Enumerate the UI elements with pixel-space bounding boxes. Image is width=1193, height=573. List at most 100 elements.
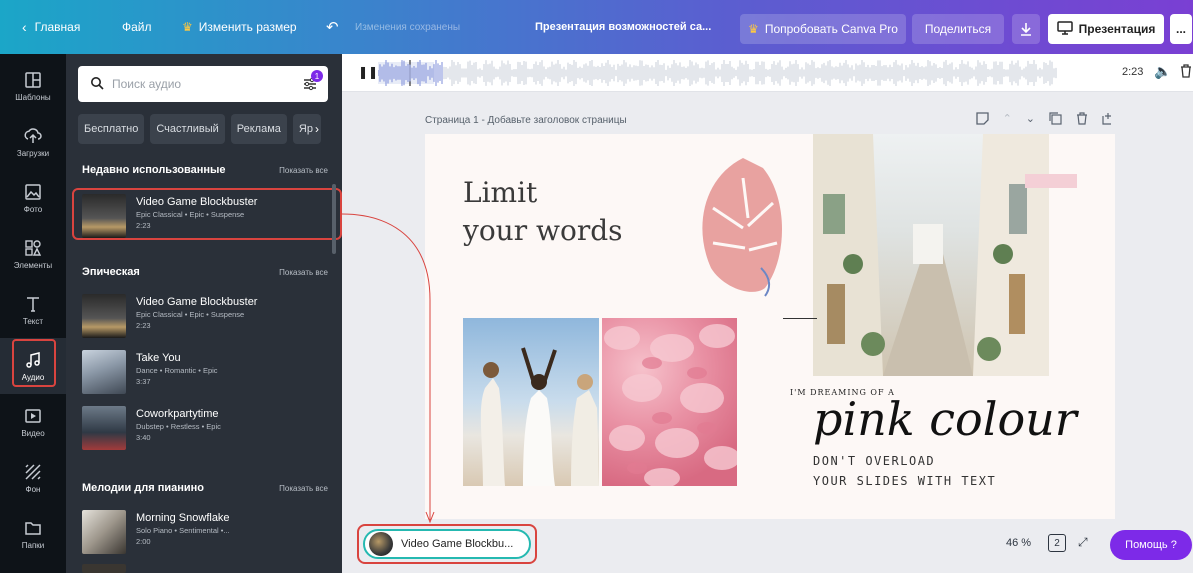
track-thumbnail (82, 510, 126, 554)
rail-label: Видео (21, 428, 45, 438)
show-all-link[interactable]: Показать все (279, 166, 328, 175)
rail-elements[interactable]: Элементы (0, 226, 66, 282)
beach-photo[interactable] (463, 318, 599, 486)
track-genres: Dubstep • Restless • Epic (136, 422, 221, 431)
present-label: Презентация (1078, 22, 1156, 36)
crown-icon: ♛ (748, 22, 759, 36)
track-avatar (369, 532, 393, 556)
track-item[interactable]: Take You Dance • Romantic • Epic 3:37 (82, 350, 332, 398)
zoom-level[interactable]: 46 % (1006, 537, 1031, 549)
show-all-link[interactable]: Показать все (279, 484, 328, 493)
headline-line: your words (463, 214, 623, 247)
section-piano-header: Мелодии для пианино Показать все (82, 482, 328, 494)
text-icon (27, 296, 39, 312)
text-line: DON'T OVERLOAD (813, 454, 936, 468)
file-menu[interactable]: Файл (122, 0, 152, 54)
chevron-right-icon: › (314, 122, 319, 136)
audio-time: 2:23 (1122, 66, 1144, 78)
search-icon (90, 76, 104, 93)
add-page-icon[interactable] (1102, 112, 1115, 128)
track-title: Video Game Blockbuster (136, 296, 258, 308)
rail-video[interactable]: Видео (0, 394, 66, 450)
search-box[interactable]: Поиск аудио 1 (78, 66, 328, 102)
duplicate-icon[interactable] (1049, 112, 1062, 128)
rail-background[interactable]: Фон (0, 450, 66, 506)
chip-free[interactable]: Бесплатно (78, 114, 145, 144)
track-thumbnail (82, 350, 126, 394)
chip-ads[interactable]: Реклама (230, 114, 287, 144)
chevron-down-icon[interactable]: ⌄ (1026, 112, 1035, 128)
rail-folders[interactable]: Папки (0, 506, 66, 562)
section-title: Недавно использованные (82, 164, 226, 176)
top-bar: ‹ Главная Файл ♛ Изменить размер ↶ Измен… (0, 0, 1193, 54)
background-icon (25, 463, 41, 480)
trash-icon[interactable] (1180, 64, 1192, 81)
help-button[interactable]: Помощь ? (1110, 530, 1192, 560)
page-title[interactable]: Страница 1 - Добавьте заголовок страницы (425, 115, 627, 126)
track-title: Coworkpartytime (136, 408, 219, 420)
track-duration: 3:37 (136, 377, 151, 386)
panel-scrollbar[interactable] (332, 184, 336, 254)
chip-happy[interactable]: Счастливый (150, 114, 225, 144)
track-item[interactable]: Coworkpartytime Dubstep • Restless • Epi… (82, 406, 332, 454)
street-photo[interactable] (813, 134, 1049, 376)
undo-icon[interactable]: ↶ (326, 0, 339, 54)
notes-icon[interactable] (975, 112, 989, 128)
rail-photos[interactable]: Фото (0, 170, 66, 226)
resize-button[interactable]: ♛ Изменить размер (182, 0, 297, 54)
audio-highlight-outline (12, 339, 56, 387)
chip-bright[interactable]: Яр › (292, 114, 321, 144)
track-item[interactable]: Morning Snowflake Solo Piano • Sentiment… (82, 510, 332, 558)
pink-colour-text[interactable]: pink colour (813, 392, 1077, 446)
show-all-link[interactable]: Показать все (279, 268, 328, 277)
track-item[interactable]: Video Game Blockbuster Epic Classical • … (82, 194, 332, 242)
document-title[interactable]: Презентация возможностей са... (535, 0, 711, 54)
rail-uploads[interactable]: Загрузки (0, 114, 66, 170)
download-icon[interactable] (1012, 14, 1040, 44)
slide-headline[interactable]: Limit your words (463, 174, 623, 250)
dont-overload-text[interactable]: DON'T OVERLOAD YOUR SLIDES WITH TEXT (813, 451, 996, 491)
street-scene (813, 134, 1049, 376)
trash-icon[interactable] (1076, 112, 1088, 128)
more-button[interactable]: ... (1170, 14, 1192, 44)
video-icon (25, 408, 41, 423)
chevron-up-icon[interactable]: ⌃ (1003, 112, 1012, 128)
audio-waveform[interactable] (378, 60, 1058, 86)
now-playing-title: Video Game Blockbu... (401, 538, 514, 550)
saved-status: Изменения сохранены (355, 21, 461, 33)
track-thumbnail (82, 294, 126, 338)
volume-icon[interactable]: 🔈 (1154, 63, 1171, 80)
search-input[interactable]: Поиск аудио (112, 77, 181, 91)
section-title: Мелодии для пианино (82, 482, 204, 494)
home-link[interactable]: ‹ Главная (22, 0, 80, 54)
track-thumbnail (82, 564, 126, 573)
rail-label: Загрузки (16, 148, 50, 158)
rail-label: Шаблоны (15, 92, 51, 102)
elements-icon (25, 239, 42, 256)
now-playing-chip[interactable]: Video Game Blockbu... (363, 529, 531, 559)
track-item[interactable]: Video Game Blockbuster Epic Classical • … (82, 294, 332, 342)
pause-icon[interactable]: ❚❚ (358, 65, 378, 79)
upload-icon (24, 127, 42, 143)
track-duration: 2:00 (136, 537, 151, 546)
present-button[interactable]: Презентация (1048, 14, 1164, 44)
divider-line[interactable] (783, 318, 817, 319)
text-line: YOUR SLIDES WITH TEXT (813, 474, 997, 488)
rail-templates[interactable]: Шаблоны (0, 58, 66, 114)
photo-icon (25, 183, 41, 200)
page-count[interactable]: 2 (1048, 534, 1066, 552)
rail-label: Фото (23, 204, 43, 214)
petals-pattern (604, 324, 737, 486)
try-pro-button[interactable]: ♛ Попробовать Canva Pro (740, 14, 906, 44)
share-button[interactable]: Поделиться (912, 14, 1004, 44)
leaf-illustration[interactable] (693, 148, 793, 298)
now-playing-highlight: Video Game Blockbu... (357, 524, 537, 564)
rail-text[interactable]: Текст (0, 282, 66, 338)
section-recent-header: Недавно использованные Показать все (82, 164, 328, 176)
slide-canvas[interactable]: Limit your words I'M DREAMING OF A pink … (425, 134, 1115, 519)
fullscreen-icon[interactable]: ⤢ (1078, 535, 1088, 550)
petals-photo[interactable] (602, 318, 737, 486)
category-chips: Бесплатно Счастливый Реклама Яр › (78, 114, 321, 144)
track-thumbnail (82, 406, 126, 450)
pink-rectangle[interactable] (1025, 174, 1077, 188)
